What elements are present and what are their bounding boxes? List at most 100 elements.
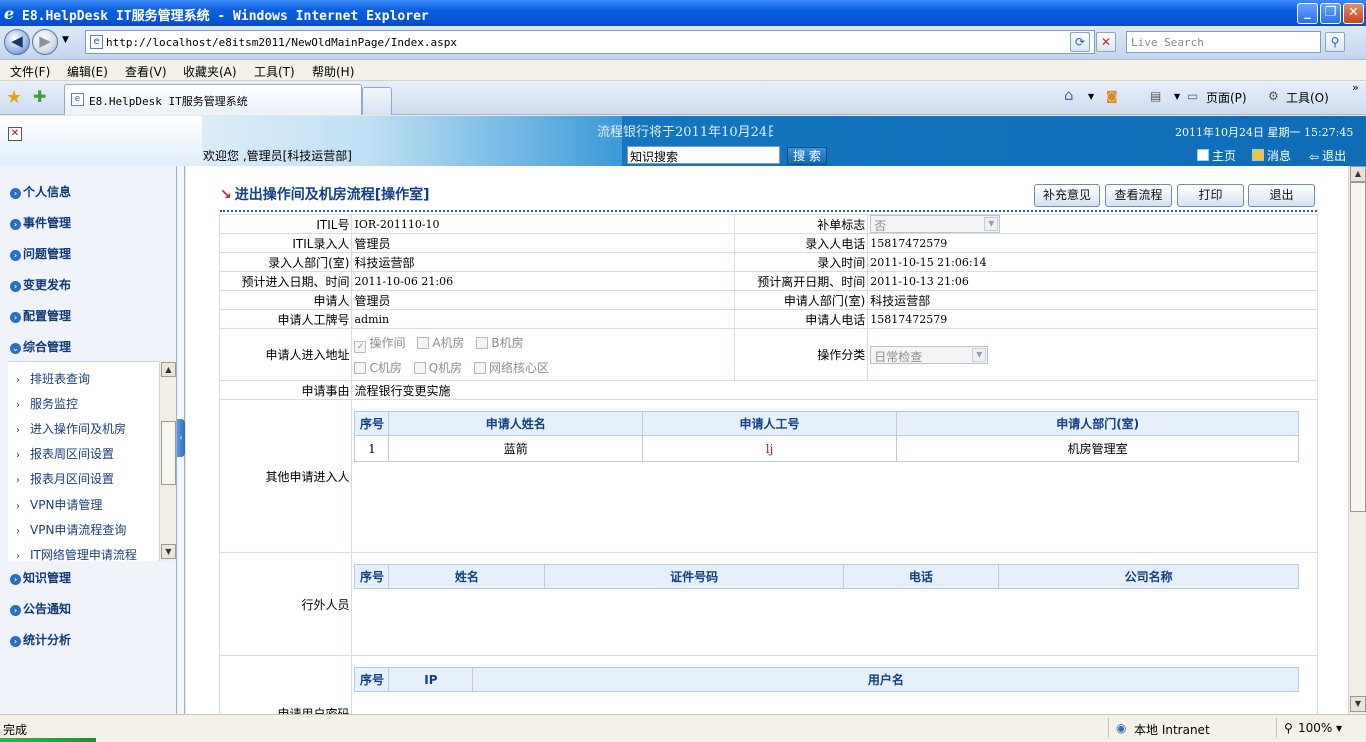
close-window-button[interactable]: ✕: [1343, 3, 1364, 24]
scroll-up-icon[interactable]: ▲: [1350, 166, 1366, 182]
sidebar-item-general[interactable]: ⌄ 综合管理: [10, 338, 71, 355]
back-button[interactable]: ◀: [4, 29, 30, 55]
submenu-item-monitor[interactable]: › 服务监控: [16, 395, 78, 412]
sidebar-item-change[interactable]: › 变更发布: [10, 276, 71, 293]
sidebar-item-config[interactable]: › 配置管理: [10, 307, 71, 324]
others-grid-cell: 序号 申请人姓名 申请人工号 申请人部门(室) 1 蓝箭 lj 机房管理室: [351, 399, 1318, 553]
sidebar-item-personal[interactable]: › 个人信息: [10, 183, 71, 200]
main-scrollbar[interactable]: ▲ ▼: [1348, 166, 1366, 714]
messages-link[interactable]: 消息: [1252, 147, 1291, 164]
home-link[interactable]: 主页: [1197, 147, 1236, 164]
add-favorite-icon[interactable]: ✚: [33, 87, 46, 106]
close-frame-icon[interactable]: ✕: [8, 127, 22, 141]
view-flow-button[interactable]: 查看流程: [1105, 184, 1172, 207]
checkbox-label: Q机房: [428, 360, 463, 375]
security-zone[interactable]: 本地 Intranet: [1134, 721, 1210, 738]
sidebar-item-problem[interactable]: › 问题管理: [10, 245, 71, 262]
table-row: 1 蓝箭 lj 机房管理室: [354, 435, 1300, 462]
menu-edit[interactable]: 编辑(E): [67, 63, 108, 80]
exit-button[interactable]: 退出: [1248, 184, 1315, 207]
messages-link-label: 消息: [1267, 149, 1292, 163]
logout-link[interactable]: ⇦ 退出: [1309, 147, 1346, 164]
zoom-level[interactable]: 100%: [1298, 721, 1332, 735]
supplement-opinion-button[interactable]: 补充意见: [1034, 184, 1100, 207]
refresh-icon[interactable]: ⟳: [1070, 32, 1090, 52]
submenu-item-weekly-report[interactable]: › 报表周区间设置: [16, 445, 114, 462]
scroll-thumb[interactable]: [161, 421, 176, 485]
sidebar-item-incident[interactable]: › 事件管理: [10, 214, 71, 231]
menu-help[interactable]: 帮助(H): [312, 63, 354, 80]
new-tab-button[interactable]: [362, 87, 392, 115]
live-search-input[interactable]: Live Search: [1126, 31, 1321, 53]
op-type-label: 操作分类: [734, 328, 869, 381]
submenu-item-schedule[interactable]: › 排班表查询: [16, 370, 90, 387]
search-go-icon[interactable]: ⚲: [1325, 32, 1345, 52]
zoom-magnifier-icon: ⚲: [1284, 721, 1293, 735]
home-icon[interactable]: ⌂: [1064, 86, 1074, 104]
forward-arrow-icon: ▶: [39, 32, 51, 50]
history-dropdown-icon[interactable]: ▼: [62, 35, 69, 45]
itil-no-label: ITIL号: [218, 214, 353, 234]
sidebar-item-label: 统计分析: [23, 633, 72, 647]
tab-title: E8.HelpDesk IT服务管理系统: [89, 95, 248, 108]
minimize-button[interactable]: _: [1297, 3, 1318, 24]
submenu-item-monthly-report[interactable]: › 报表月区间设置: [16, 470, 114, 487]
entry-time-value: 2011-10-15 21:06:14: [867, 252, 1318, 272]
col-header: 证件号码: [544, 564, 844, 589]
sidebar-item-label: 配置管理: [23, 309, 72, 323]
supplement-flag-value: 否: [874, 219, 887, 233]
sidebar-item-notice[interactable]: › 公告通知: [10, 600, 71, 617]
scroll-up-icon[interactable]: ▲: [161, 362, 176, 377]
zoom-dropdown-icon[interactable]: ▼: [1336, 724, 1342, 733]
chevron-right-icon: ›: [16, 551, 20, 562]
sidebar-item-statistics[interactable]: › 统计分析: [10, 631, 71, 648]
col-header: 序号: [354, 564, 390, 589]
op-type-cell: 日常检查 ▼: [867, 328, 1318, 381]
chevron-more-icon[interactable]: »: [1352, 81, 1359, 94]
address-input[interactable]: e http://localhost/e8itsm2011/NewOldMain…: [85, 30, 1095, 54]
op-type-select: 日常检查 ▼: [870, 345, 989, 364]
submenu-item-label: 排班表查询: [30, 372, 91, 386]
home-dropdown-icon[interactable]: ▼: [1088, 92, 1094, 101]
chevron-down-icon: ▼: [984, 217, 999, 231]
menu-file[interactable]: 文件(F): [10, 63, 50, 80]
reason-value: 流程银行变更实施: [351, 380, 1318, 400]
scroll-down-icon[interactable]: ▼: [1350, 696, 1366, 712]
forward-button[interactable]: ▶: [32, 29, 58, 55]
print-button[interactable]: 打印: [1177, 184, 1244, 207]
favorites-star-icon[interactable]: ★: [6, 87, 22, 108]
table-header-row: 序号 姓名 证件号码 电话 公司名称: [354, 564, 1300, 589]
chevron-right-icon: ›: [16, 425, 20, 436]
tab-helpdesk[interactable]: e E8.HelpDesk IT服务管理系统: [64, 84, 362, 115]
print-dropdown-icon[interactable]: ▼: [1174, 92, 1180, 101]
knowledge-search-button[interactable]: 搜 索: [787, 147, 827, 165]
window-titlebar: e E8.HelpDesk IT服务管理系统 - Windows Interne…: [0, 0, 1366, 26]
menu-view[interactable]: 查看(V): [125, 63, 167, 80]
maximize-button[interactable]: ❐: [1320, 3, 1341, 24]
submenu-item-vpn-query[interactable]: › VPN申请流程查询: [16, 521, 126, 538]
page-menu[interactable]: 页面(P): [1206, 89, 1247, 106]
back-arrow-icon: ◀: [11, 32, 23, 50]
submenu-item-room-access[interactable]: › 进入操作间及机房: [16, 420, 126, 437]
submenu-item-vpn-manage[interactable]: › VPN申请管理: [16, 496, 102, 513]
print-icon[interactable]: ▤: [1150, 89, 1161, 103]
tools-menu[interactable]: 工具(O): [1286, 89, 1329, 106]
sidebar-collapse-toggle[interactable]: ‹: [177, 419, 185, 457]
address-url: http://localhost/e8itsm2011/NewOldMainPa…: [106, 36, 457, 49]
menu-tools[interactable]: 工具(T): [254, 63, 295, 80]
scroll-thumb[interactable]: [1350, 182, 1366, 512]
knowledge-search-input[interactable]: 知识搜索: [627, 146, 780, 164]
stop-icon[interactable]: ✕: [1096, 32, 1116, 52]
table-header-row: 序号 IP 用户名: [354, 667, 1300, 692]
sidebar-item-label: 公告通知: [23, 602, 72, 616]
others-label: 其他申请进入人: [218, 399, 353, 553]
sidebar-item-knowledge[interactable]: › 知识管理: [10, 569, 71, 586]
scroll-down-icon[interactable]: ▼: [161, 544, 176, 559]
feeds-icon[interactable]: ◙: [1106, 89, 1118, 103]
form-row: 申请人进入地址 ✓ 操作间 A机房 B机房 C机房 Q机房 网络核心区 操作分类 …: [218, 328, 1318, 381]
applicant-phone-label: 申请人电话: [734, 309, 869, 329]
menu-favorites[interactable]: 收藏夹(A): [183, 63, 237, 80]
submenu-item-it-network[interactable]: › IT网络管理申请流程: [16, 546, 137, 563]
table-cell: 机房管理室: [895, 435, 1300, 462]
submenu-scrollbar[interactable]: ▲ ▼: [159, 361, 176, 561]
